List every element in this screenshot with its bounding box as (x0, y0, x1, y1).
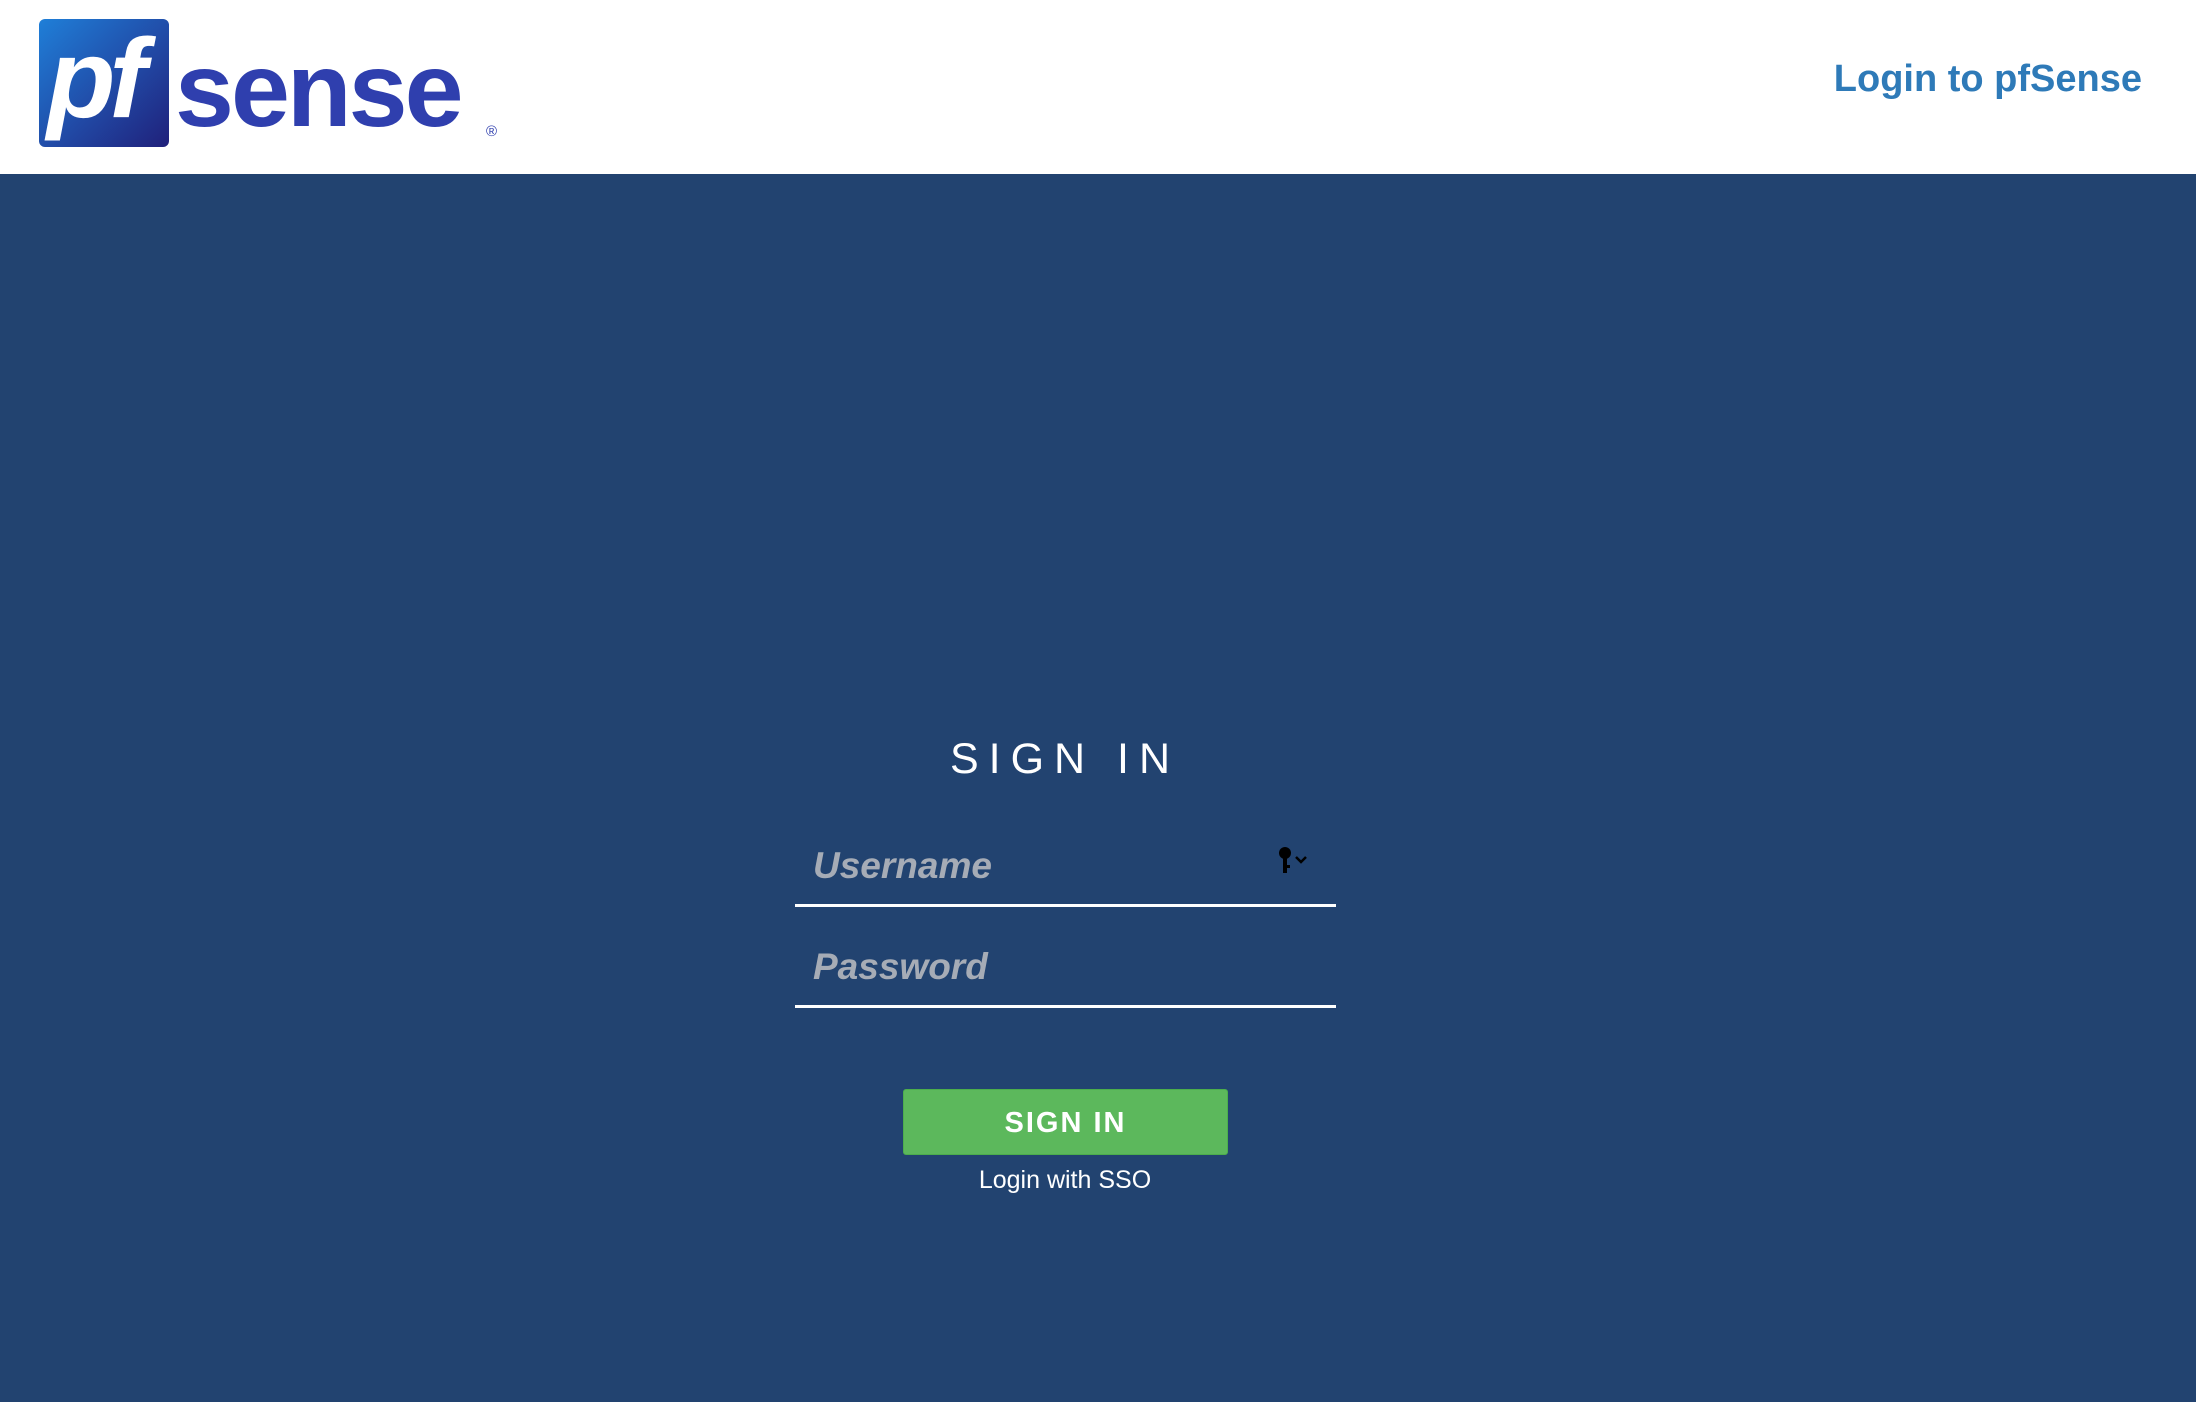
svg-text:sense: sense (175, 31, 461, 149)
key-icon (1279, 847, 1307, 873)
header-bar: pf sense ® Login to pfSense (0, 0, 2196, 174)
password-input[interactable] (813, 933, 1273, 1001)
login-page: pf sense ® Login to pfSense SIGN IN SIGN… (0, 0, 2196, 1402)
password-manager-key-icon[interactable] (1274, 843, 1314, 883)
svg-text:®: ® (486, 123, 497, 140)
header-title-link[interactable]: Login to pfSense (1834, 58, 2142, 101)
username-field (795, 832, 1336, 907)
sso-login-row: Login with SSO (0, 1166, 2130, 1195)
sign-in-button[interactable]: SIGN IN (903, 1089, 1228, 1155)
svg-text:pf: pf (44, 19, 156, 141)
sign-in-heading: SIGN IN (949, 735, 1181, 783)
username-input[interactable] (813, 832, 1273, 900)
pfsense-logo: pf sense ® (39, 16, 509, 149)
login-with-sso-link[interactable]: Login with SSO (979, 1166, 1151, 1194)
pfsense-logo-image: pf sense ® (39, 16, 497, 149)
password-field (795, 933, 1336, 1008)
